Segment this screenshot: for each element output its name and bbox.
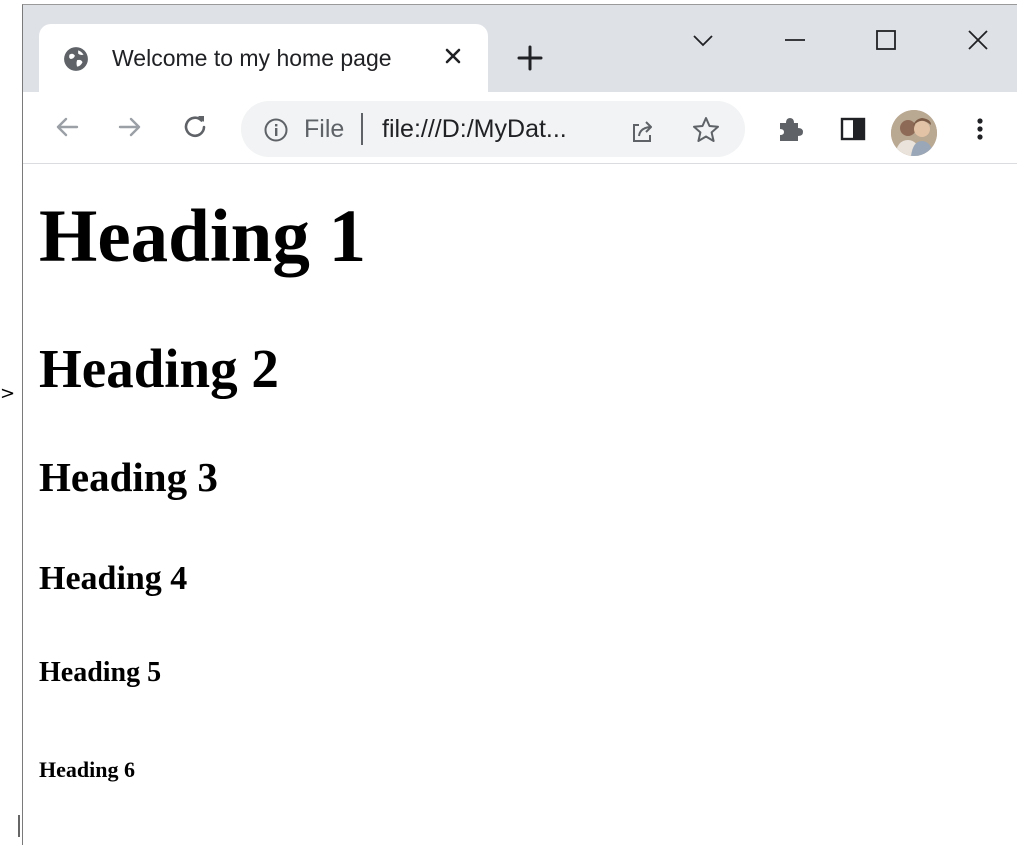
omnibox-separator — [361, 113, 363, 145]
address-bar[interactable]: File file:///D:/MyDat... — [241, 101, 745, 157]
side-panel-icon[interactable] — [838, 114, 868, 144]
browser-window: Welcome to my home page File file:///D:/… — [22, 4, 1017, 845]
maximize-icon[interactable] — [871, 25, 901, 55]
minimize-icon[interactable] — [780, 25, 810, 55]
info-icon[interactable] — [263, 117, 289, 143]
arrow-left-icon[interactable] — [51, 111, 83, 143]
margin-arrow-glyph: > — [0, 383, 16, 404]
heading-6: Heading 6 — [39, 757, 135, 782]
profile-photo-icon — [891, 110, 937, 156]
puzzle-icon[interactable] — [775, 114, 805, 144]
reload-icon[interactable] — [179, 111, 211, 143]
margin-tick — [18, 815, 20, 837]
heading-1: Heading 1 — [39, 195, 367, 278]
heading-4: Heading 4 — [39, 560, 188, 597]
more-vert-icon[interactable] — [965, 114, 995, 144]
arrow-right-icon[interactable] — [114, 111, 146, 143]
tab-strip: Welcome to my home page — [23, 5, 1017, 92]
star-icon[interactable] — [691, 115, 721, 145]
heading-5: Heading 5 — [39, 657, 162, 688]
heading-3: Heading 3 — [39, 454, 218, 500]
avatar[interactable] — [891, 110, 937, 156]
url-scheme-label: File — [304, 115, 345, 143]
browser-toolbar: File file:///D:/MyDat... — [23, 92, 1017, 164]
globe-icon — [64, 47, 88, 71]
tab-title: Welcome to my home page — [112, 45, 392, 71]
plus-icon[interactable] — [513, 41, 547, 75]
chevron-down-icon[interactable] — [688, 25, 718, 55]
close-icon[interactable] — [437, 40, 469, 72]
close-icon[interactable] — [963, 25, 993, 55]
tab-active[interactable]: Welcome to my home page — [39, 24, 488, 92]
share-icon[interactable] — [628, 116, 658, 146]
heading-2: Heading 2 — [39, 338, 279, 399]
screenshot-left-margin: > — [0, 0, 22, 845]
url-text[interactable]: file:///D:/MyDat... — [382, 115, 567, 144]
page-content: Heading 1 Heading 2 Heading 3 Heading 4 … — [23, 165, 1017, 845]
